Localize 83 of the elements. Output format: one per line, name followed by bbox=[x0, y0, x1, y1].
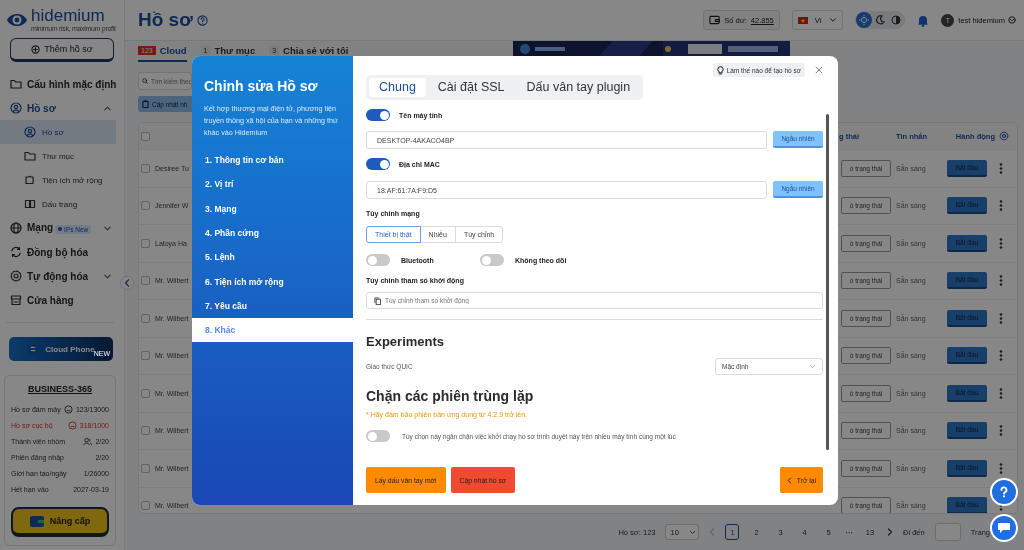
modal-tab[interactable]: Chung bbox=[369, 78, 426, 97]
chevron-icon[interactable] bbox=[829, 16, 838, 24]
select-all-checkbox[interactable] bbox=[141, 131, 150, 141]
chevron-icon[interactable] bbox=[1008, 16, 1016, 24]
step-item[interactable]: 5. Lệnh bbox=[192, 245, 353, 270]
page-title: Hồ sơ bbox=[138, 9, 193, 31]
step-item[interactable]: 7. Yêu cầu bbox=[192, 293, 353, 319]
plus-circle-icon bbox=[31, 44, 41, 54]
modal-tab[interactable]: Dấu vân tay plugin bbox=[516, 78, 641, 97]
chevron-icon bbox=[809, 363, 816, 370]
step-item[interactable]: 2. Vị trí bbox=[192, 172, 353, 197]
flag-icon bbox=[797, 16, 808, 24]
globe-icon bbox=[10, 222, 22, 234]
book-icon bbox=[24, 198, 36, 210]
modal-title: Chỉnh sửa Hồ sơ bbox=[204, 78, 319, 95]
scrollbar[interactable] bbox=[826, 114, 829, 450]
row-checkbox[interactable] bbox=[141, 163, 150, 173]
add-profile-button[interactable]: Thêm hồ sơ bbox=[10, 38, 114, 62]
row-checkbox[interactable] bbox=[141, 388, 150, 398]
section-heading: Chặn các phiên trùng lặp bbox=[366, 387, 535, 405]
row-checkbox[interactable] bbox=[141, 313, 150, 323]
search-icon bbox=[142, 78, 148, 84]
user-icon bbox=[10, 102, 22, 114]
toggle-switch[interactable] bbox=[480, 254, 504, 266]
sidebar-item[interactable]: Tự động hóa bbox=[4, 264, 116, 288]
toggle-switch[interactable] bbox=[366, 430, 390, 442]
row-checkbox[interactable] bbox=[141, 238, 150, 248]
next-page-icon[interactable] bbox=[887, 528, 893, 536]
step-item[interactable]: 1. Thông tin cơ bản bbox=[192, 148, 353, 173]
sidebar-item[interactable]: Cửa hàng bbox=[4, 288, 116, 312]
step-item[interactable]: 6. Tiện ích mở rộng bbox=[192, 269, 353, 294]
sidebar-subitem[interactable]: Hồ sơ bbox=[0, 120, 116, 144]
gear-icon bbox=[10, 270, 22, 282]
toggle-switch[interactable] bbox=[366, 158, 390, 170]
sidebar-item[interactable]: Đồng bộ hóa bbox=[4, 240, 116, 264]
clipboard-icon bbox=[142, 100, 149, 108]
bulb-icon bbox=[716, 65, 724, 75]
user-icon bbox=[24, 126, 36, 138]
step-item[interactable]: 8. Khác bbox=[192, 318, 353, 343]
modal-tab[interactable]: Cài đặt SSL bbox=[427, 78, 515, 97]
help-icon[interactable] bbox=[196, 14, 208, 26]
sidebar-item[interactable]: Hồ sơ bbox=[4, 96, 116, 120]
sun-icon[interactable] bbox=[856, 12, 873, 28]
section-heading: Experiments bbox=[366, 334, 446, 349]
row-checkbox[interactable] bbox=[141, 463, 150, 473]
chevron-icon bbox=[688, 528, 696, 536]
settings-icon[interactable] bbox=[999, 131, 1009, 141]
step-item[interactable]: 4. Phần cứng bbox=[192, 220, 353, 246]
wallet-icon bbox=[709, 15, 721, 25]
page-input[interactable] bbox=[934, 523, 961, 541]
folder-icon bbox=[10, 78, 22, 90]
close-icon[interactable] bbox=[815, 66, 823, 74]
logo-text: hidemium bbox=[31, 6, 105, 25]
chevron-left-icon bbox=[124, 279, 130, 287]
plan-title: BUSINESS-365 bbox=[27, 383, 93, 396]
people-icon bbox=[83, 436, 93, 446]
sidebar-item[interactable]: Cấu hình mặc định bbox=[4, 72, 116, 96]
bell-icon[interactable] bbox=[917, 13, 930, 27]
chat-icon bbox=[997, 522, 1011, 534]
eye-logo-icon bbox=[6, 11, 28, 29]
step-item[interactable]: 3. Mạng bbox=[192, 196, 353, 221]
row-checkbox[interactable] bbox=[141, 501, 150, 511]
row-checkbox[interactable] bbox=[141, 426, 150, 436]
toggle-switch[interactable] bbox=[366, 254, 390, 266]
chevron-icon[interactable] bbox=[103, 103, 112, 113]
copy-icon bbox=[374, 296, 381, 305]
sidebar-subitem[interactable]: Tiện ích mở rộng bbox=[0, 168, 116, 192]
puzzle-icon bbox=[24, 174, 36, 186]
chevron-left-icon bbox=[786, 476, 792, 484]
store-icon bbox=[10, 294, 22, 306]
help-icon bbox=[999, 486, 1009, 498]
sidebar-subitem[interactable]: Dấu trang bbox=[0, 192, 116, 216]
row-checkbox[interactable] bbox=[141, 201, 150, 211]
row-checkbox[interactable] bbox=[141, 276, 150, 286]
sync-icon bbox=[10, 246, 22, 258]
toggle-switch[interactable] bbox=[366, 109, 390, 121]
folder-icon bbox=[24, 150, 36, 162]
wallet-icon bbox=[29, 515, 44, 527]
upgrade-button[interactable]: Nâng cấp bbox=[11, 507, 109, 537]
row-checkbox[interactable] bbox=[141, 351, 150, 361]
collapse-button[interactable] bbox=[120, 276, 134, 290]
sidebar-subitem[interactable]: Thư mục bbox=[0, 144, 116, 168]
theme-switch[interactable] bbox=[855, 11, 906, 29]
